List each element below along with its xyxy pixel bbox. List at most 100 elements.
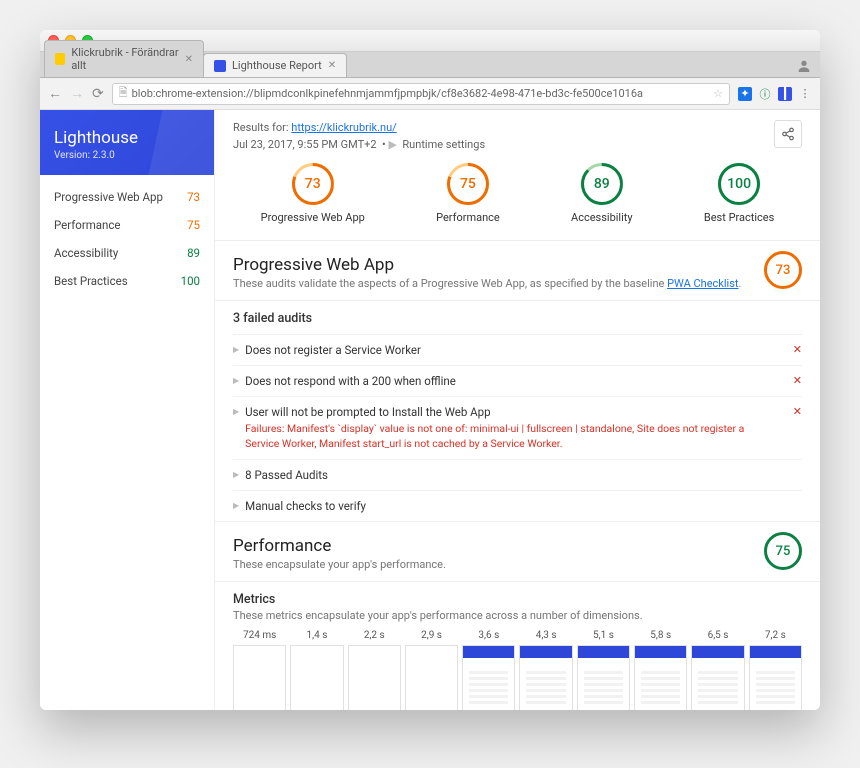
- frame-thumb: [519, 645, 572, 710]
- tab-strip: Klickrubrik - Förändrar allt ✕ Lighthous…: [40, 52, 820, 78]
- gauge-label: Progressive Web App: [261, 211, 365, 224]
- gauge[interactable]: 73 Progressive Web App: [261, 163, 365, 224]
- favicon-icon: [55, 53, 65, 65]
- audit-row[interactable]: ▶ Does not register a Service Worker ✕: [233, 335, 802, 366]
- results-for-label: Results for:: [233, 121, 289, 134]
- filmstrip-frame: 5,8 s: [634, 630, 687, 710]
- extension-icon[interactable]: ⓘ: [758, 87, 772, 101]
- expand-icon: ▶: [233, 407, 239, 416]
- extension-icons: ✦ ⓘ ┃ ⋮: [738, 87, 812, 101]
- expand-icon: ▶: [233, 376, 239, 385]
- lighthouse-brand: Lighthouse Version: 2.3.0: [40, 110, 214, 175]
- page-info-icon[interactable]: 🗎: [119, 84, 128, 103]
- filmstrip-frame: 724 ms: [233, 630, 286, 710]
- frame-time: 2,2 s: [348, 630, 401, 641]
- expand-icon: ▶: [233, 501, 239, 510]
- browser-toolbar: ← → ⟳ 🗎 blob:chrome-extension://blipmdco…: [40, 78, 820, 110]
- report-timestamp: Jul 23, 2017, 9:55 PM GMT+2: [233, 138, 377, 151]
- frame-thumb: [233, 645, 286, 710]
- sidebar-item-score: 89: [187, 246, 200, 260]
- tab-klickrubrik[interactable]: Klickrubrik - Förändrar allt ✕: [44, 40, 204, 77]
- url-text: blob:chrome-extension://blipmdconlkpinef…: [132, 87, 643, 100]
- browser-window: Klickrubrik - Förändrar allt ✕ Lighthous…: [40, 30, 820, 710]
- forward-button[interactable]: →: [70, 85, 84, 102]
- results-for-link[interactable]: https://klickrubrik.nu/: [291, 121, 396, 134]
- sidebar-item-score: 73: [187, 190, 200, 204]
- sidebar-items: Progressive Web App 73 Performance 75 Access…: [40, 175, 214, 303]
- runtime-settings-link[interactable]: Runtime settings: [402, 138, 485, 151]
- audit-row[interactable]: ▶User will not be prompted to Install th…: [233, 397, 802, 460]
- expand-icon: ▶: [233, 345, 239, 354]
- frame-time: 5,8 s: [634, 630, 687, 641]
- pwa-audits: 3 failed audits ▶ Does not register a Ser…: [215, 301, 820, 521]
- extension-icon[interactable]: ✦: [738, 87, 752, 101]
- address-bar[interactable]: 🗎 blob:chrome-extension://blipmdconlkpin…: [112, 83, 730, 105]
- audit-title: Does not register a Service Worker: [245, 343, 787, 357]
- section-title: Performance: [233, 536, 802, 556]
- gauge[interactable]: 100 Best Practices: [704, 163, 774, 224]
- gauge-ring: 100: [718, 163, 760, 205]
- filmstrip-frame: 2,2 s: [348, 630, 401, 710]
- filmstrip-frame: 4,3 s: [519, 630, 572, 710]
- filmstrip-frame: 2,9 s: [405, 630, 458, 710]
- tab-label: Lighthouse Report: [232, 59, 322, 72]
- passed-audits-row[interactable]: ▶ 8 Passed Audits: [233, 460, 802, 491]
- frame-thumb: [691, 645, 744, 710]
- frame-time: 6,5 s: [691, 630, 744, 641]
- gauge-ring: 75: [447, 163, 489, 205]
- gauge-label: Performance: [436, 211, 500, 224]
- profile-icon[interactable]: [796, 58, 812, 77]
- sidebar-item-label: Accessibility: [54, 246, 118, 260]
- sidebar-item-label: Best Practices: [54, 274, 128, 288]
- section-description: These audits validate the aspects of a P…: [233, 277, 802, 290]
- frame-thumb: [405, 645, 458, 710]
- gauge-ring: 73: [292, 163, 334, 205]
- back-button[interactable]: ←: [48, 85, 62, 102]
- page-content: Lighthouse Version: 2.3.0 Progressive We…: [40, 110, 820, 710]
- gauge[interactable]: 75 Performance: [436, 163, 500, 224]
- sidebar-item[interactable]: Accessibility 89: [40, 239, 214, 267]
- section-score-badge: 73: [764, 251, 802, 289]
- fail-icon: ✕: [793, 343, 802, 356]
- tab-lighthouse-report[interactable]: Lighthouse Report ✕: [203, 53, 347, 77]
- reload-button[interactable]: ⟳: [92, 86, 104, 102]
- audit-row[interactable]: ▶ Does not respond with a 200 when offlin…: [233, 366, 802, 397]
- section-description: These encapsulate your app's performance…: [233, 558, 802, 571]
- report-main: Results for: https://klickrubrik.nu/ Jul…: [215, 110, 820, 710]
- lighthouse-extension-icon[interactable]: ┃: [778, 87, 792, 101]
- close-tab-icon[interactable]: ✕: [185, 54, 193, 65]
- filmstrip-frame: 3,6 s: [462, 630, 515, 710]
- section-performance: Performance These encapsulate your app's…: [215, 521, 820, 582]
- menu-icon[interactable]: ⋮: [798, 87, 812, 101]
- metrics-description: These metrics encapsulate your app's per…: [233, 609, 802, 622]
- sidebar-item[interactable]: Performance 75: [40, 211, 214, 239]
- sidebar-item-label: Performance: [54, 218, 121, 232]
- filmstrip-frame: 7,2 s: [749, 630, 802, 710]
- gauge-label: Best Practices: [704, 211, 774, 224]
- failed-audits-heading: 3 failed audits: [233, 301, 802, 335]
- bookmark-icon[interactable]: ☆: [713, 87, 723, 100]
- close-tab-icon[interactable]: ✕: [328, 60, 336, 71]
- filmstrip: 724 ms 1,4 s 2,2 s 2,9 s 3,6 s 4,3 s5,1 s 5,8 …: [233, 630, 802, 710]
- frame-time: 1,4 s: [290, 630, 343, 641]
- frame-time: 724 ms: [233, 630, 286, 641]
- fail-icon: ✕: [793, 374, 802, 387]
- frame-time: 3,6 s: [462, 630, 515, 641]
- pwa-checklist-link[interactable]: PWA Checklist: [667, 277, 738, 290]
- frame-thumb: [634, 645, 687, 710]
- manual-checks-row[interactable]: ▶ Manual checks to verify: [233, 491, 802, 521]
- metrics-title: Metrics: [233, 592, 802, 607]
- sidebar-item-score: 75: [187, 218, 200, 232]
- share-button[interactable]: [774, 120, 802, 148]
- sidebar-item[interactable]: Progressive Web App 73: [40, 183, 214, 211]
- audit-title: Does not respond with a 200 when offline: [245, 374, 787, 388]
- gauge-label: Accessibility: [571, 211, 633, 224]
- gauge[interactable]: 89Accessibility: [571, 163, 633, 224]
- frame-time: 2,9 s: [405, 630, 458, 641]
- sidebar-item-score: 100: [181, 274, 200, 288]
- sidebar-item[interactable]: Best Practices 100: [40, 267, 214, 295]
- tab-label: Klickrubrik - Förändrar allt: [71, 46, 178, 72]
- frame-thumb: [577, 645, 630, 710]
- sidebar-item-label: Progressive Web App: [54, 190, 163, 204]
- filmstrip-frame: 5,1 s: [577, 630, 630, 710]
